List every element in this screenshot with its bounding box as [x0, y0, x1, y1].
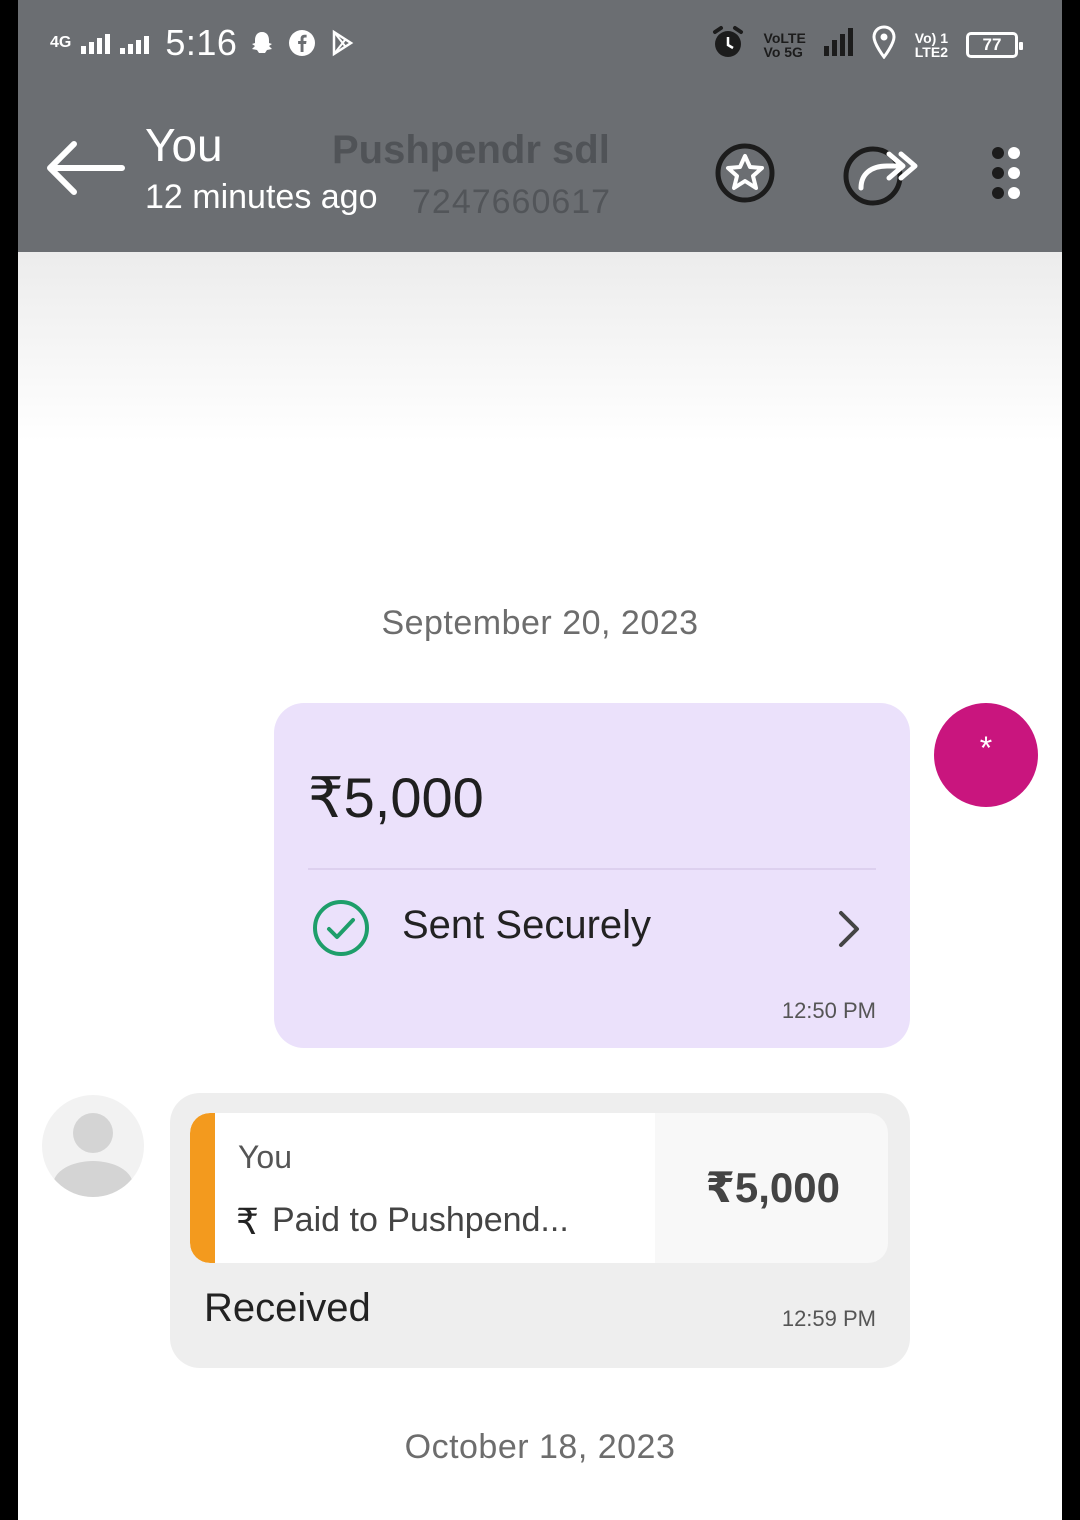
- sent-status: Sent Securely: [402, 903, 652, 947]
- payment-summary[interactable]: You ₹ Paid to Pushpend... ₹5,000: [190, 1113, 888, 1263]
- signal-strength-icon: [823, 27, 853, 56]
- location-icon: [871, 25, 897, 64]
- more-options-button[interactable]: [976, 138, 1036, 208]
- signal-bars-2-icon: [120, 32, 150, 54]
- chat-screen: 4G 5:16 VoLTE Vo 5G Vo) 1 LTE2 77 Pushpe…: [18, 0, 1062, 1520]
- back-button[interactable]: [46, 140, 126, 196]
- avatar[interactable]: *: [934, 703, 1038, 807]
- status-clock: 5:16: [165, 22, 238, 63]
- contact-number: 7247660617: [412, 183, 612, 221]
- rupee-icon: ₹: [236, 1201, 259, 1242]
- facebook-icon: [287, 28, 317, 58]
- volte-indicator: VoLTE Vo 5G: [763, 29, 806, 60]
- received-amount: ₹5,000: [705, 1164, 840, 1211]
- card-divider: [308, 868, 876, 870]
- play-store-icon: [327, 28, 357, 58]
- received-time: 12:59 PM: [781, 1306, 876, 1331]
- status-bar: 4G 5:16 VoLTE Vo 5G Vo) 1 LTE2 77: [18, 0, 1062, 90]
- forward-icon: [843, 146, 918, 206]
- signal-bars-icon: [81, 32, 111, 54]
- network-type-label: 4G: [50, 34, 72, 51]
- back-arrow-icon: [47, 141, 125, 195]
- sent-amount: ₹5,000: [308, 766, 484, 829]
- chevron-right-icon: [839, 911, 859, 947]
- status-right: VoLTE Vo 5G Vo) 1 LTE2 77: [710, 24, 1023, 65]
- top-fade: [18, 252, 1062, 442]
- received-payment-card: You ₹ Paid to Pushpend... ₹5,000 Receive…: [170, 1093, 910, 1368]
- status-left: 4G 5:16: [50, 22, 357, 64]
- summary-left-panel: [215, 1113, 655, 1263]
- sent-time: 12:50 PM: [781, 998, 876, 1023]
- header-title: You: [145, 119, 223, 171]
- more-vert-icon: [992, 147, 1020, 199]
- alarm-icon: [710, 24, 746, 65]
- header-subtitle: 12 minutes ago: [145, 178, 378, 216]
- star-icon: [715, 143, 775, 203]
- person-icon: [53, 1113, 133, 1197]
- date-separator: October 18, 2023: [404, 1428, 676, 1466]
- forward-button[interactable]: [836, 138, 926, 208]
- app-bar: Pushpendr sdl 7247660617 You 12 minutes …: [18, 100, 1062, 240]
- date-separator: September 20, 2023: [381, 604, 699, 642]
- payer-label: You: [238, 1139, 292, 1175]
- sent-payment-card[interactable]: ₹5,000 Sent Securely 12:50 PM: [274, 703, 910, 1048]
- check-circle-icon: [313, 900, 369, 956]
- received-status: Received: [204, 1286, 371, 1330]
- header-overlay: 4G 5:16 VoLTE Vo 5G Vo) 1 LTE2 77 Pushpe…: [18, 0, 1062, 252]
- contact-name: Pushpendr sdl: [332, 128, 610, 172]
- battery-icon: 77: [966, 31, 1023, 58]
- accent-bar: [190, 1113, 215, 1263]
- snapchat-icon: [247, 28, 277, 58]
- payment-description: Paid to Pushpend...: [272, 1201, 569, 1239]
- lte2-indicator: Vo) 1 LTE2: [914, 29, 948, 60]
- contact-avatar[interactable]: [42, 1095, 144, 1197]
- star-button[interactable]: [710, 138, 780, 208]
